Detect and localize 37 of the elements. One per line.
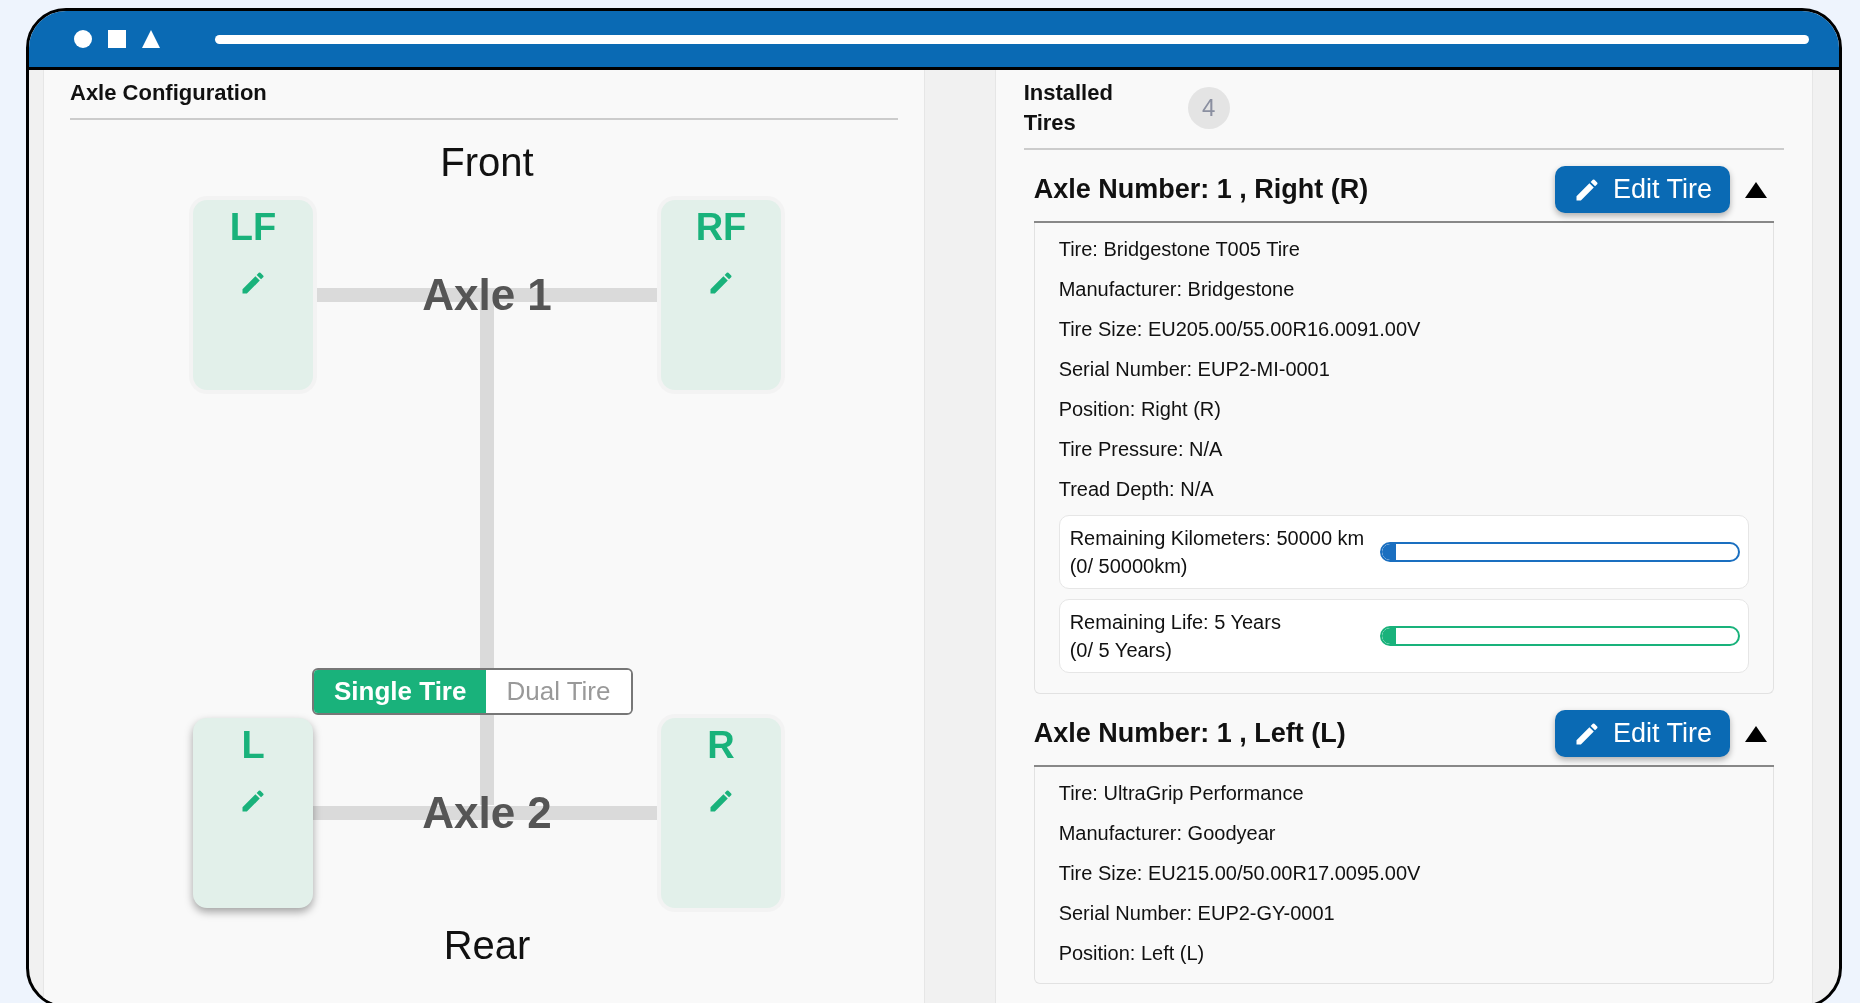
- detail-text: Tire Size: EU205.00/55.00R16.0091.00V: [1058, 317, 1422, 342]
- panel-title: Axle Configuration: [70, 70, 898, 120]
- count-badge: 4: [1187, 87, 1230, 129]
- front-label: Front: [440, 139, 534, 185]
- detail-text: Tire: Bridgestone T005 Tire: [1058, 237, 1301, 262]
- square-icon[interactable]: [107, 29, 127, 49]
- detail-text: Tire: UltraGrip Performance: [1058, 781, 1305, 806]
- tire-position-label: RF: [695, 206, 747, 249]
- detail-text: Serial Number: EUP2-GY-0001: [1058, 901, 1336, 926]
- detail-text: Tread Depth: N/A: [1058, 477, 1215, 502]
- collapse-caret-icon[interactable]: [1744, 180, 1768, 199]
- panel-title: Installed Tires: [1023, 79, 1114, 137]
- detail-text: Manufacturer: Bridgestone: [1058, 277, 1296, 302]
- detail-text: Tire Pressure: N/A: [1058, 437, 1224, 462]
- rear-label: Rear: [443, 922, 531, 968]
- circle-icon[interactable]: [73, 29, 93, 49]
- axle-label: Axle 1: [422, 270, 552, 320]
- edit-tire-button[interactable]: Edit Tire: [1554, 710, 1730, 757]
- tire-position-label: L: [241, 724, 265, 767]
- tire-position-label: LF: [229, 206, 277, 249]
- detail-text: Position: Left (L): [1058, 941, 1206, 966]
- edit-tire-button[interactable]: Edit Tire: [1554, 166, 1730, 213]
- detail-text: Tire Size: EU215.00/50.00R17.0095.00V: [1058, 861, 1422, 886]
- collapse-caret-icon[interactable]: [1744, 724, 1768, 743]
- tire-position-label: R: [707, 724, 735, 767]
- axle-label: Axle 2: [422, 788, 552, 838]
- meter-text: Remaining Life: 5 Years (0/ 5 Years): [1069, 610, 1282, 663]
- detail-text: Serial Number: EUP2-MI-0001: [1058, 357, 1331, 382]
- section-title: Axle Number: 1 , Left (L): [1033, 718, 1347, 749]
- address-bar[interactable]: [215, 34, 1809, 44]
- detail-text: Manufacturer: Goodyear: [1058, 821, 1277, 846]
- detail-text: Position: Right (R): [1058, 397, 1222, 422]
- section-title: Axle Number: 1 , Right (R): [1033, 174, 1370, 205]
- triangle-icon[interactable]: [141, 29, 161, 49]
- tire-card[interactable]: L: [193, 718, 313, 908]
- meter-text: Remaining Kilometers: 50000 km (0/ 50000km): [1069, 526, 1366, 579]
- tire-mode-option[interactable]: Single Tire: [314, 670, 487, 713]
